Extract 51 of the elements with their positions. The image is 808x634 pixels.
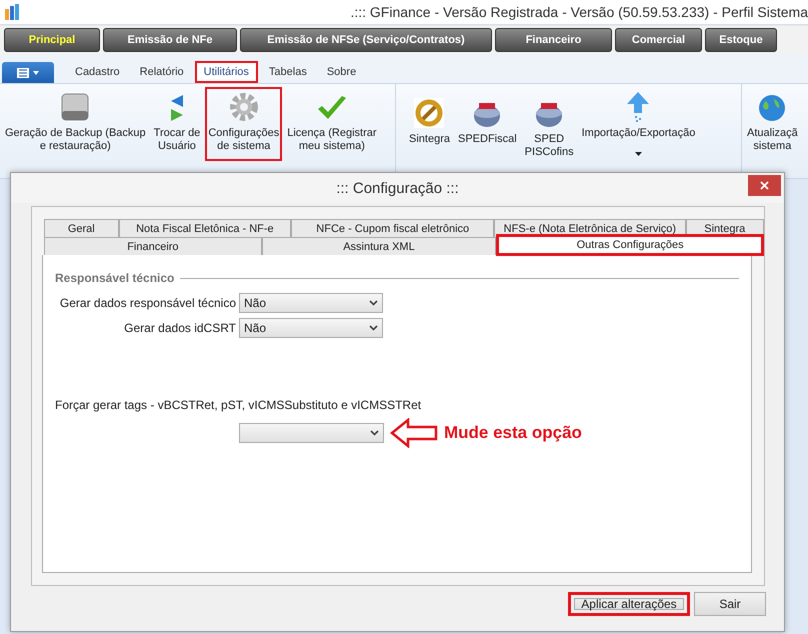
ribbon-tab[interactable]: Cadastro bbox=[66, 61, 129, 83]
ribbon-button[interactable]: Configurações de sistema bbox=[205, 87, 282, 161]
ribbon-button[interactable]: Importação/Exportação bbox=[578, 87, 698, 164]
ribbon-button[interactable]: SPED PISCofins bbox=[522, 93, 577, 167]
menu-icon bbox=[16, 66, 40, 78]
dialog-tab[interactable]: Nota Fiscal Eletônica - NF-e bbox=[118, 219, 292, 237]
dialog-tab[interactable]: Assintura XML bbox=[262, 237, 496, 255]
ribbon-tab[interactable]: Utilitários bbox=[194, 61, 258, 83]
up-arrow-icon bbox=[626, 91, 650, 123]
ribbon-tab[interactable]: Sobre bbox=[318, 61, 366, 83]
dialog-tab[interactable]: Financeiro bbox=[44, 237, 262, 255]
ribbon-button[interactable]: Trocar de Usuário bbox=[150, 87, 204, 161]
app-logo-icon bbox=[4, 3, 22, 21]
dialog-tab[interactable]: Outras Configurações bbox=[496, 234, 764, 256]
callout-arrow-icon bbox=[390, 418, 438, 448]
close-button[interactable] bbox=[748, 175, 781, 196]
dialog-title: ::: Configuração ::: bbox=[336, 180, 459, 196]
hard-drive-icon bbox=[59, 91, 92, 123]
section-title: Responsável técnico bbox=[55, 271, 174, 285]
chevron-down-icon bbox=[369, 300, 378, 306]
chevron-down-icon bbox=[369, 325, 378, 331]
dropdown-field[interactable]: Não bbox=[239, 293, 383, 313]
ribbon-button[interactable]: Atualizaçã sistema bbox=[744, 87, 801, 161]
window-title: .::: GFinance - Versão Registrada - Versão (50.59.53.233) - Perfil Sistema bbox=[350, 4, 808, 20]
ribbon-button[interactable]: SPEDFiscal bbox=[454, 93, 520, 154]
chevron-down-icon bbox=[370, 430, 379, 436]
field-label: Forçar gerar tags - vBCSTRet, pST, vICMSSubstituto e vICMSSTRet bbox=[55, 398, 422, 412]
nav-button[interactable]: Emissão de NFSe (Serviço/Contratos) bbox=[240, 28, 492, 52]
ribbon-tab[interactable]: Tabelas bbox=[260, 61, 316, 83]
field-label: Gerar dados responsável técnico bbox=[58, 296, 236, 310]
nav-button[interactable]: Principal bbox=[4, 28, 100, 52]
dropdown-field[interactable]: Não bbox=[239, 318, 383, 338]
dialog-button[interactable]: Sair bbox=[694, 592, 766, 616]
nav-button[interactable]: Emissão de NFe bbox=[103, 28, 237, 52]
ribbon-tab[interactable]: Relatório bbox=[130, 61, 193, 83]
nav-button[interactable]: Financeiro bbox=[495, 28, 612, 52]
dialog-button[interactable]: Aplicar alterações bbox=[568, 592, 690, 616]
ribbon-button[interactable]: Sintegra bbox=[406, 93, 453, 154]
field-label: Gerar dados idCSRT bbox=[123, 321, 236, 335]
callout-text: Mude esta opção bbox=[444, 423, 582, 443]
dropdown-field[interactable] bbox=[239, 423, 384, 443]
app-menu-button[interactable] bbox=[2, 62, 54, 83]
ribbon-button[interactable]: Geração de Backup (Backup e restauração) bbox=[2, 87, 149, 161]
ribbon-button[interactable]: Licença (Registrar meu sistema) bbox=[284, 87, 380, 161]
dialog-tab[interactable]: NFCe - Cupom fiscal eletrônico bbox=[291, 219, 494, 237]
nav-button[interactable]: Comercial bbox=[615, 28, 702, 52]
nav-button[interactable]: Estoque bbox=[705, 28, 777, 52]
globe-icon bbox=[757, 93, 788, 123]
gear-icon bbox=[228, 91, 260, 123]
close-icon bbox=[760, 181, 769, 190]
dialog-tab[interactable]: Geral bbox=[44, 219, 119, 237]
